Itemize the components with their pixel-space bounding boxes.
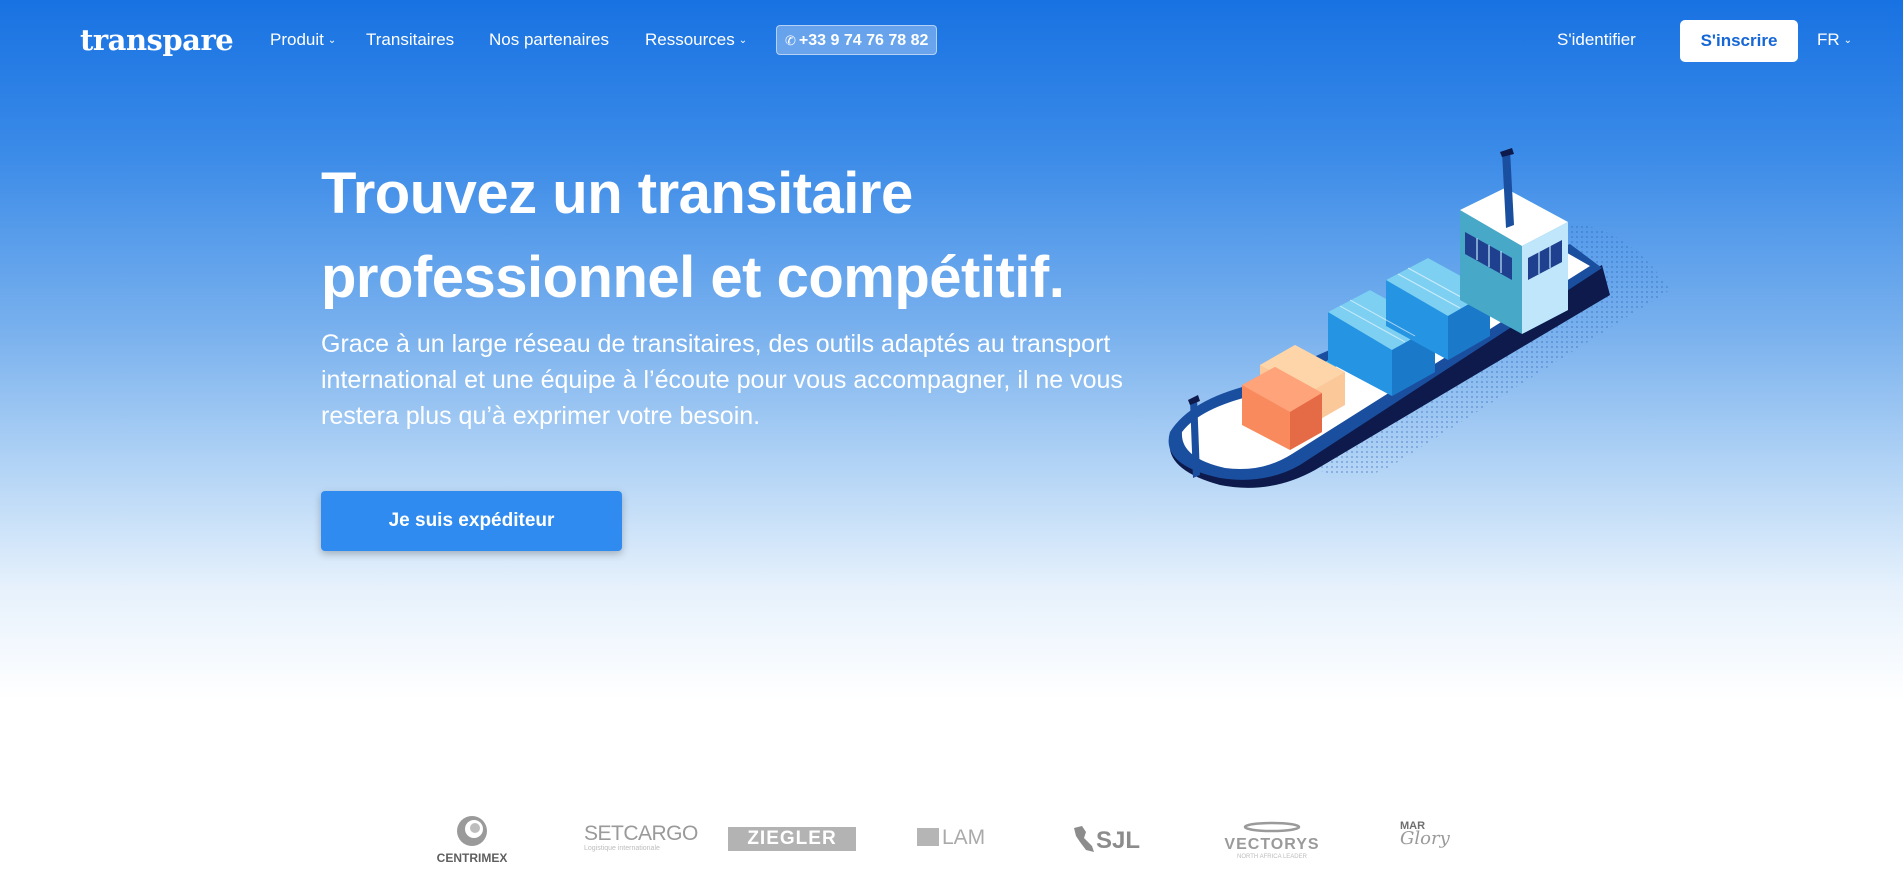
nav-item-produit[interactable]: Produit ⌄ (270, 28, 336, 53)
partner-logo-vectorys: VECTORYS NORTH AFRICA LEADER (1222, 820, 1322, 860)
transpare-logo[interactable]: transpare (80, 20, 234, 60)
partner-name: CENTRIMEX (436, 851, 508, 865)
centrimex-emblem (457, 816, 487, 846)
nav-item-label: Produit (270, 30, 324, 49)
hero-title-line-1: Trouvez un transitaire (321, 161, 913, 226)
hero-title-line-2: professionnel et compétitif. (321, 245, 1065, 310)
chevron-down-icon: ⌄ (327, 35, 337, 46)
language-selector[interactable]: FR ⌄ (1817, 28, 1852, 53)
partner-name-bottom: Glory (1400, 828, 1450, 849)
login-link[interactable]: S'identifier (1557, 28, 1636, 52)
nav-item-transitaires[interactable]: Transitaires (366, 28, 454, 52)
nav-item-label: Transitaires (366, 30, 455, 49)
partner-logo-lam: LAM (917, 826, 985, 850)
partner-tagline: NORTH AFRICA LEADER (1237, 854, 1307, 860)
kangaroo-icon (1074, 826, 1094, 852)
phone-number: +33 9 74 76 78 82 (798, 32, 929, 49)
hero-title: Trouvez un transitaire professionnel et … (321, 152, 1141, 320)
cargo-ship-illustration (1168, 148, 1670, 488)
partner-logo-sjl: SJL (1070, 824, 1140, 855)
nav-item-nos-partenaires[interactable]: Nos partenaires (489, 28, 609, 52)
partner-logos: CENTRIMEX SETCARGO Logistique internatio… (0, 800, 1903, 880)
partner-logo-marglory: MAR Glory (1400, 820, 1450, 849)
partner-tagline: Logistique internationale (584, 845, 660, 852)
partner-name: SETCARGO (584, 822, 698, 845)
shipper-cta-button[interactable]: Je suis expéditeur (321, 491, 622, 551)
phone-icon: ✆ (785, 33, 796, 48)
chevron-down-icon: ⌄ (738, 35, 748, 46)
nav-item-label: Ressources (645, 30, 735, 49)
envelope-icon (917, 828, 939, 846)
phone-button[interactable]: ✆ +33 9 74 76 78 82 (776, 25, 938, 55)
hero-subtitle: Grace à un large réseau de transitaires,… (321, 330, 1123, 430)
partner-logo-ziegler: ZIEGLER (728, 827, 856, 851)
language-label: FR (1817, 30, 1840, 49)
partner-name: ZIEGLER (747, 828, 837, 849)
chevron-down-icon: ⌄ (1843, 35, 1853, 46)
partner-name: LAM (942, 826, 986, 849)
top-navbar: transpare Produit ⌄ Transitaires Nos part… (0, 0, 1903, 80)
signup-button[interactable]: S'inscrire (1680, 20, 1798, 62)
partner-name: VECTORYS (1224, 836, 1320, 853)
nav-item-ressources[interactable]: Ressources ⌄ (645, 28, 747, 53)
partner-logo-setcargo: SETCARGO Logistique internationale (584, 822, 698, 852)
vectorys-swoosh (1243, 821, 1301, 833)
partner-logo-centrimex: CENTRIMEX (436, 814, 508, 865)
nav-item-label: Nos partenaires (489, 30, 610, 49)
partner-name: SJL (1096, 827, 1141, 854)
